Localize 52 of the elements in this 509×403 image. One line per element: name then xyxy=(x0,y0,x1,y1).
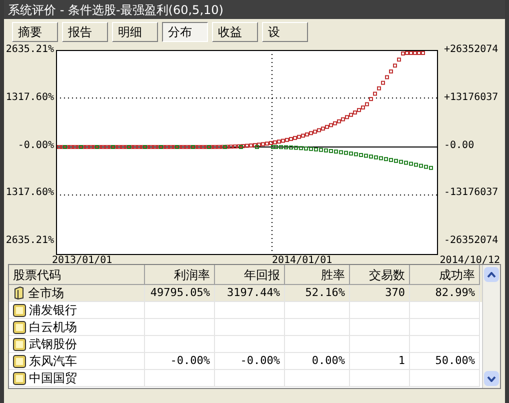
scroll-down-icon[interactable] xyxy=(484,371,499,386)
table-cell-text: -0.00% xyxy=(170,352,210,369)
table-row[interactable]: 全市场 49795.05% 3197.44% 52.16% 370 82.99% xyxy=(9,285,482,302)
table-cell-text: 白云机场 xyxy=(29,319,77,336)
table-row[interactable]: 东风汽车 -0.00% -0.00% 0.00% 1 50.00% xyxy=(9,353,482,370)
table-cell-text: 武钢股份 xyxy=(29,336,77,353)
table-cell-text: 东风汽车 xyxy=(29,353,77,370)
axis-label: 2014/10/12 xyxy=(440,255,500,267)
table-cell-text: 浦发银行 xyxy=(29,302,77,319)
dollar-icon xyxy=(13,372,26,384)
table-cell-text: 全市场 xyxy=(28,285,64,302)
table-cell-text: 50.00% xyxy=(435,352,475,369)
data-point xyxy=(397,58,401,62)
scrollbar[interactable] xyxy=(482,265,500,388)
axis-label: 2635.21% xyxy=(6,235,54,247)
dollar-icon xyxy=(13,338,26,350)
axis-label: 2014/01/01 xyxy=(272,255,332,267)
table-cell-text: 0.00% xyxy=(312,352,345,369)
tab[interactable]: 报告 xyxy=(62,22,108,42)
axis-label: -13176037 xyxy=(444,187,498,199)
tab[interactable]: 收益 xyxy=(212,22,258,42)
tab[interactable]: 设 xyxy=(262,22,308,42)
axis-label: 1317.60% xyxy=(6,92,54,104)
dollar-icon xyxy=(13,354,26,368)
tab[interactable]: 明细 xyxy=(112,22,158,42)
table-row[interactable]: 中国国贸 xyxy=(9,370,482,387)
axis-label: 1317.60% xyxy=(6,187,54,199)
axis-label: -26352074 xyxy=(444,235,498,247)
tab[interactable]: 分布 xyxy=(162,22,208,42)
table-cell-text: 3197.44% xyxy=(227,284,280,301)
axis-label: -0.00 xyxy=(444,140,474,152)
dollar-icon xyxy=(13,320,26,334)
scroll-up-icon[interactable] xyxy=(484,267,499,282)
dollar-icon xyxy=(13,304,26,316)
table-cell-text: 52.16% xyxy=(305,284,345,301)
folder-icon xyxy=(13,286,25,300)
axis-label: 2635.21% xyxy=(6,44,54,56)
table-row[interactable]: 浦发银行 xyxy=(9,302,482,319)
table-cell-text: -0.00% xyxy=(240,352,280,369)
axis-label: +13176037 xyxy=(444,92,498,104)
table-cell-text: 49795.05% xyxy=(150,284,210,301)
table-cell-text: 中国国贸 xyxy=(29,370,77,387)
table-row[interactable]: 武钢股份 xyxy=(9,336,482,353)
axis-label: -0.00% xyxy=(18,140,54,152)
table-row[interactable]: 白云机场 xyxy=(9,319,482,336)
axis-label: 2013/01/01 xyxy=(52,255,112,267)
window-title: 系统评价 - 条件选股-最强盈利(60,5,10) xyxy=(8,2,224,18)
table-cell-text: 370 xyxy=(385,284,405,301)
tab[interactable]: 摘要 xyxy=(12,22,58,42)
axis-label: +26352074 xyxy=(444,44,498,56)
table-cell-text: 82.99% xyxy=(435,284,475,301)
table-cell-text: 1 xyxy=(398,352,405,369)
